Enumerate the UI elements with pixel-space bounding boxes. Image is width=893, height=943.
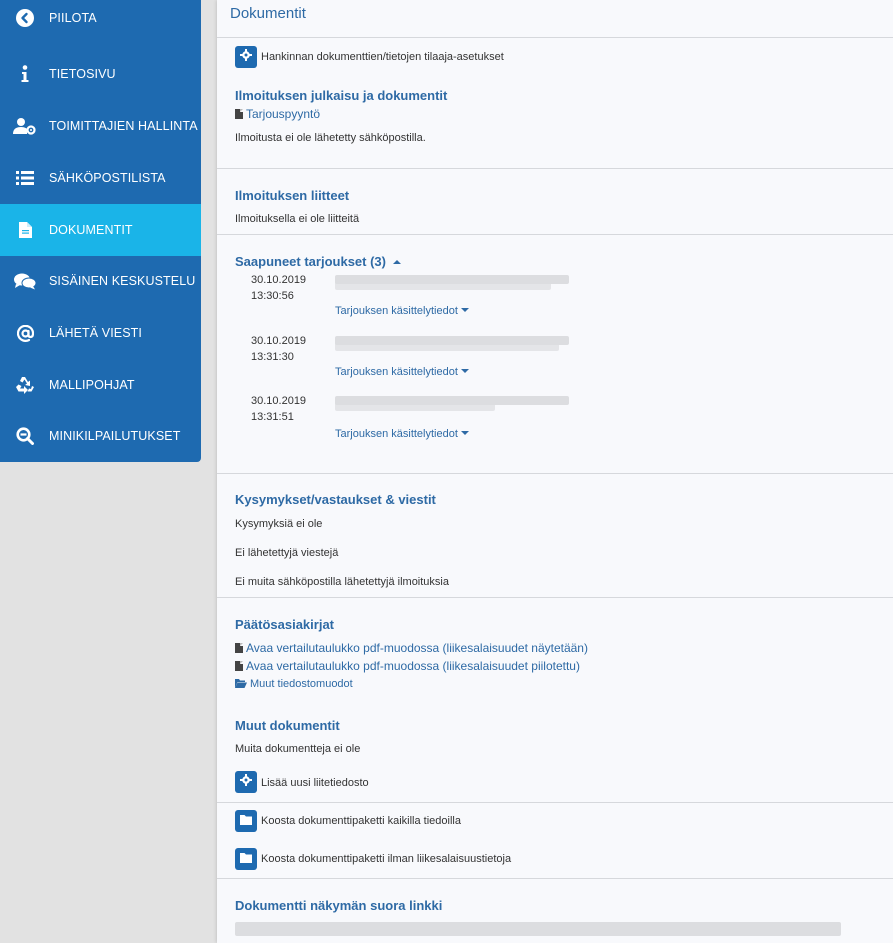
email-notices-note: Ei muita sähköpostilla lähetettyjä ilmoi… [235,576,449,588]
questions-note: Kysymyksiä ei ole [235,518,323,530]
caret-down-icon [460,369,469,373]
details-label: Tarjouksen käsittelytiedot [335,366,458,378]
offer-details-toggle[interactable]: Tarjouksen käsittelytiedot [335,428,469,440]
gear-icon [240,48,252,66]
chevron-left-icon [13,6,37,30]
settings-label[interactable]: Hankinnan dokumenttien/tietojen tilaaja-… [261,51,504,63]
pdf-icon [235,643,243,653]
tarjouspyynto-link[interactable]: Tarjouspyyntö [235,107,320,121]
comparison-pdf-shown-link[interactable]: Avaa vertailutaulukko pdf-muodossa (liik… [235,641,588,655]
page-title: Dokumentit [230,5,306,22]
sidebar-item-label: TIETOSIVU [49,67,116,81]
offer-timestamp: 30.10.2019 13:31:30 [251,333,306,365]
offer-supplier-redacted [335,281,551,290]
sidebar-item-dokumentit[interactable]: DOKUMENTIT [0,204,201,256]
offer-time: 13:31:30 [251,351,294,363]
offer-timestamp: 30.10.2019 13:30:56 [251,272,306,304]
add-attachment-button[interactable] [235,771,257,793]
sidebar-item-label: MALLIPOHJAT [49,378,135,392]
offers-title: Saapuneet tarjoukset (3) [235,254,386,269]
sidebar-item-label: DOKUMENTIT [49,223,133,237]
sidebar-item-label: PIILOTA [49,11,97,25]
offer-timestamp: 30.10.2019 13:31:51 [251,393,306,425]
sidebar-item-mallipohjat[interactable]: MALLIPOHJAT [0,359,201,411]
decisions-title: Päätösasiakirjat [235,617,335,632]
direct-link-redacted[interactable] [235,922,841,936]
offers-toggle[interactable]: Saapuneet tarjoukset (3) [235,254,401,269]
details-label: Tarjouksen käsittelytiedot [335,428,458,440]
other-docs-title: Muut dokumentit [235,718,340,733]
chat-icon [13,269,37,293]
folder-open-icon [235,679,247,691]
offer-date: 30.10.2019 [251,274,307,286]
link-label: Muut tiedostomuodot [250,678,353,690]
divider [217,168,893,169]
offer-time: 13:30:56 [251,290,294,302]
divider [217,802,893,803]
other-formats-link[interactable]: Muut tiedostomuodot [235,678,353,691]
comparison-pdf-hidden-link[interactable]: Avaa vertailutaulukko pdf-muodossa (liik… [235,659,580,673]
sidebar-item-minikilpailutukset[interactable]: MINIKILPAILUTUKSET [0,410,201,462]
offer-details-toggle[interactable]: Tarjouksen käsittelytiedot [335,366,469,378]
package-no-secrets-button[interactable] [235,848,257,870]
list-icon [13,166,37,190]
divider [217,878,893,879]
caret-down-icon [460,308,469,312]
attachments-note: Ilmoituksella ei ole liitteitä [235,213,360,225]
main-panel: Dokumentit Hankinnan dokumenttien/tietoj… [217,0,893,943]
folder-icon [240,812,252,830]
divider [217,234,893,235]
offer-supplier-redacted [335,402,495,411]
sidebar-item-piilota[interactable]: PIILOTA [0,0,201,44]
package-all-label[interactable]: Koosta dokumenttipaketti kaikilla tiedoi… [261,815,461,827]
offer-supplier-redacted [335,342,559,351]
link-label: Tarjouspyyntö [246,107,321,121]
add-attachment-label[interactable]: Lisää uusi liitetiedosto [261,777,369,789]
pdf-icon [235,109,243,119]
messages-note: Ei lähetettyjä viestejä [235,547,339,559]
sidebar: PIILOTA TIETOSIVU TOIMITTAJIEN HALLINTA … [0,0,201,462]
offer-date: 30.10.2019 [251,395,307,407]
sidebar-item-toimittajien-hallinta[interactable]: TOIMITTAJIEN HALLINTA [0,100,201,152]
sidebar-item-sahkopostilista[interactable]: SÄHKÖPOSTILISTA [0,152,201,204]
offer-details-toggle[interactable]: Tarjouksen käsittelytiedot [335,305,469,317]
package-no-secrets-label[interactable]: Koosta dokumenttipaketti ilman liikesala… [261,853,511,865]
sidebar-item-label: SÄHKÖPOSTILISTA [49,171,166,185]
publication-title: Ilmoituksen julkaisu ja dokumentit [235,88,448,103]
caret-up-icon [393,260,401,264]
sidebar-item-label: TOIMITTAJIEN HALLINTA [49,119,198,133]
sidebar-item-tietosivu[interactable]: TIETOSIVU [0,48,201,100]
user-gear-icon [13,114,37,138]
sidebar-item-sisainen-keskustelu[interactable]: SISÄINEN KESKUSTELU [0,255,201,307]
divider [217,473,893,474]
sidebar-item-label: LÄHETÄ VIESTI [49,326,142,340]
direct-link-title: Dokumentti näkymän suora linkki [235,898,443,913]
info-icon [13,62,37,86]
link-label: Avaa vertailutaulukko pdf-muodossa (liik… [246,659,580,673]
gear-icon [240,773,252,791]
other-docs-note: Muita dokumentteja ei ole [235,743,361,755]
recycle-icon [13,373,37,397]
document-icon [13,218,37,242]
offer-time: 13:31:51 [251,411,294,423]
pdf-icon [235,661,243,671]
package-all-button[interactable] [235,810,257,832]
sidebar-item-label: SISÄINEN KESKUSTELU [49,274,196,288]
details-label: Tarjouksen käsittelytiedot [335,305,458,317]
questions-title: Kysymykset/vastaukset & viestit [235,492,436,507]
link-label: Avaa vertailutaulukko pdf-muodossa (liik… [246,641,588,655]
settings-button[interactable] [235,46,257,68]
search-minus-icon [13,424,37,448]
sidebar-item-laheta-viesti[interactable]: LÄHETÄ VIESTI [0,307,201,359]
offer-date: 30.10.2019 [251,335,307,347]
caret-down-icon [460,431,469,435]
sidebar-item-label: MINIKILPAILUTUKSET [49,429,181,443]
publication-note: Ilmoitusta ei ole lähetetty sähköpostill… [235,132,426,144]
divider [217,597,893,598]
attachments-title: Ilmoituksen liitteet [235,188,350,203]
divider [217,37,893,38]
at-icon [13,321,37,345]
folder-icon [240,850,252,868]
